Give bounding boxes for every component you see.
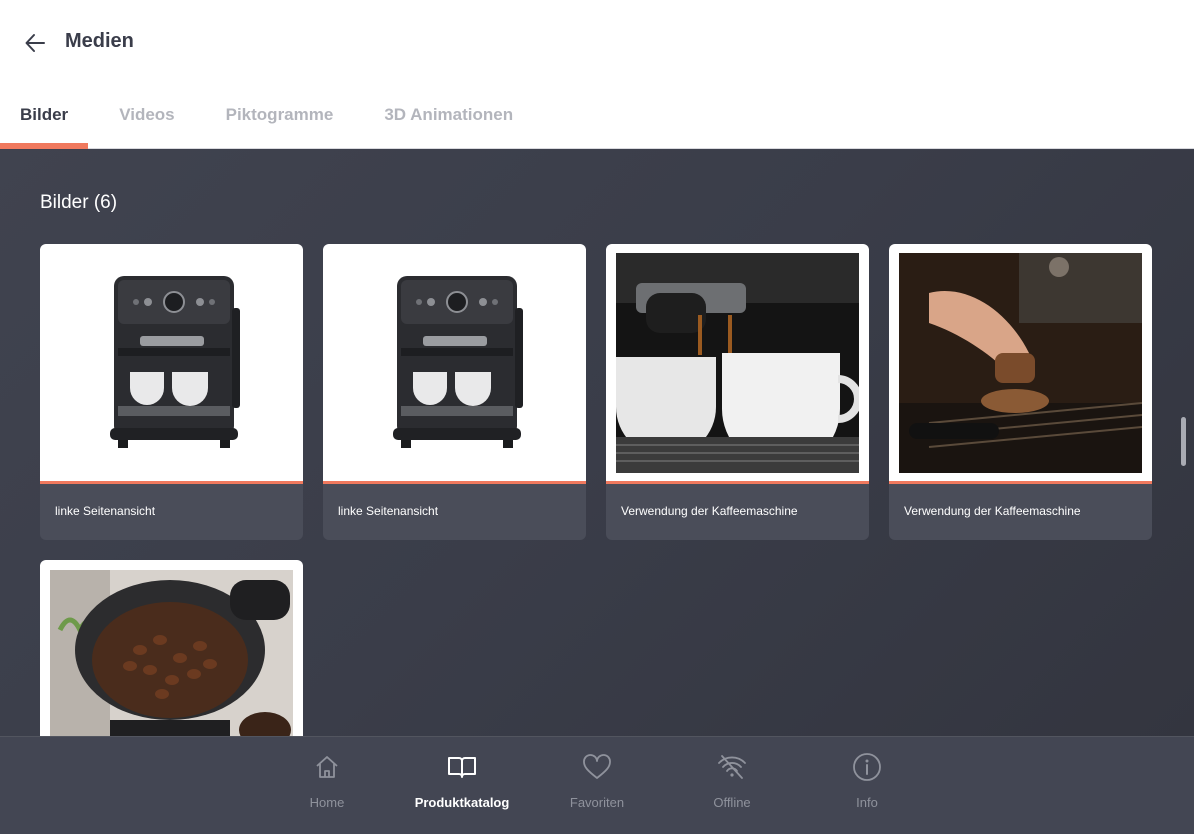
image-thumbnail <box>40 560 303 736</box>
media-content: Bilder (6) linke Seitenansicht linke Sei… <box>0 150 1194 736</box>
nav-favoriten[interactable]: Favoriten <box>537 751 657 810</box>
image-caption: linke Seitenansicht <box>338 504 439 518</box>
image-caption: linke Seitenansicht <box>55 504 156 518</box>
image-card[interactable]: linke Seitenansicht <box>40 244 303 540</box>
image-thumbnail <box>323 244 586 484</box>
tab-bilder[interactable]: Bilder <box>0 96 89 149</box>
tab-3d-animationen[interactable]: 3D Animationen <box>359 96 533 149</box>
nav-offline[interactable]: Offline <box>672 751 792 810</box>
bottom-navigation: Home Produktkatalog Favoriten Offline In… <box>0 736 1194 834</box>
scrollbar[interactable] <box>1181 417 1186 466</box>
info-icon <box>853 753 881 781</box>
top-bar: Medien Bilder Videos Piktogramme 3D Anim… <box>0 0 1194 149</box>
image-thumbnail <box>606 244 869 484</box>
nav-home[interactable]: Home <box>267 751 387 810</box>
nav-label: Home <box>309 795 345 810</box>
arrow-left-icon <box>25 34 45 52</box>
image-card[interactable]: Verwendung der Kaffeemaschine <box>606 244 869 540</box>
tab-videos[interactable]: Videos <box>88 96 200 149</box>
back-button[interactable] <box>18 26 52 60</box>
media-tabs: Bilder Videos Piktogramme 3D Animationen <box>0 96 533 149</box>
nav-info[interactable]: Info <box>807 751 927 810</box>
nav-produktkatalog[interactable]: Produktkatalog <box>402 751 522 810</box>
nav-label: Produktkatalog <box>414 795 510 810</box>
image-card[interactable]: Verwendung der Kaffeemaschine <box>889 244 1152 540</box>
image-card[interactable]: linke Seitenansicht <box>323 244 586 540</box>
page-title: Medien <box>65 30 134 52</box>
tab-piktogramme[interactable]: Piktogramme <box>201 96 360 149</box>
home-icon <box>316 756 338 778</box>
coffee-beans-image <box>50 570 293 736</box>
tamping-portafilter-image <box>899 252 1142 473</box>
book-icon <box>448 757 476 778</box>
image-card[interactable] <box>40 560 303 736</box>
nav-label: Favoriten <box>569 795 625 810</box>
image-thumbnail <box>40 244 303 484</box>
espresso-cups-image <box>616 252 859 473</box>
coffee-machine-image <box>109 275 240 448</box>
wifi-off-icon <box>718 755 746 779</box>
nav-label: Info <box>856 795 878 810</box>
coffee-machine-image <box>392 275 523 448</box>
image-caption: Verwendung der Kaffeemaschine <box>621 504 798 518</box>
heart-icon <box>583 754 611 779</box>
nav-label: Offline <box>713 795 751 810</box>
image-caption: Verwendung der Kaffeemaschine <box>904 504 1081 518</box>
section-title: Bilder (6) <box>40 192 118 213</box>
image-thumbnail <box>889 244 1152 484</box>
